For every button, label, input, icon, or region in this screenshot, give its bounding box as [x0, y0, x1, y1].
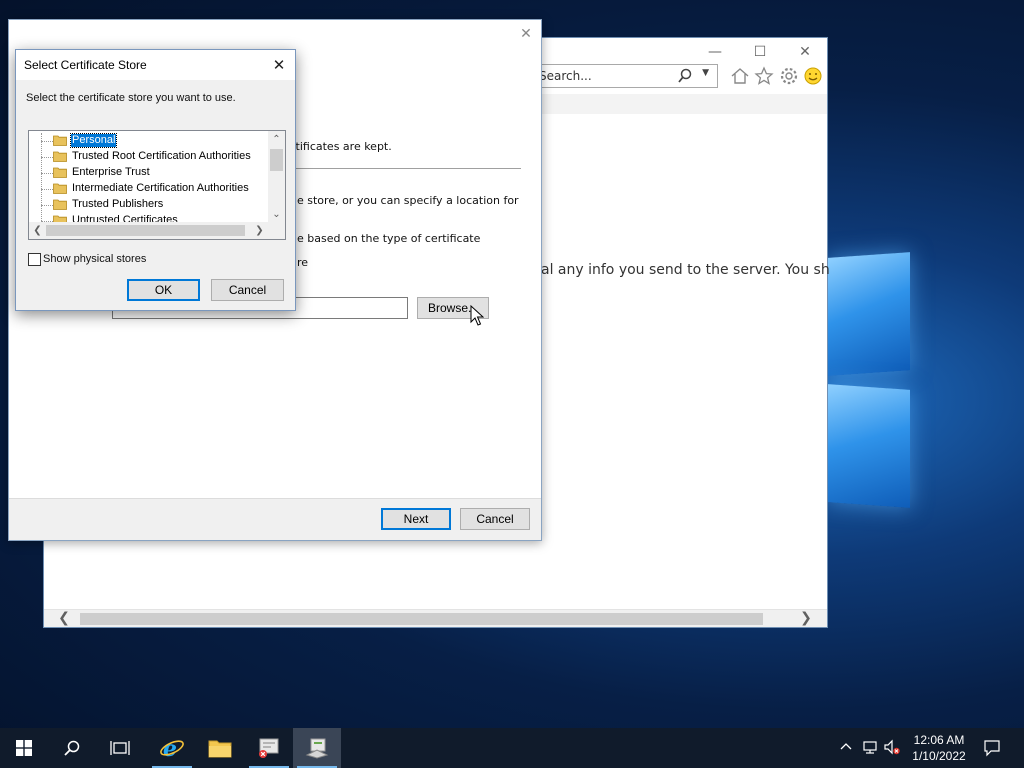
store-tree-item[interactable]: Trusted Root Certification Authorities	[29, 149, 269, 165]
store-tree-label: Trusted Root Certification Authorities	[72, 150, 251, 162]
tree-horizontal-thumb[interactable]	[46, 225, 245, 236]
store-tree-item[interactable]: Intermediate Certification Authorities	[29, 181, 269, 197]
action-center-icon[interactable]	[983, 739, 1001, 757]
dialog-prompt: Select the certificate store you want to…	[26, 92, 236, 104]
wizard-cancel-button[interactable]: Cancel	[460, 508, 530, 530]
smiley-feedback-icon[interactable]	[803, 66, 823, 86]
scroll-up-icon[interactable]: ⌃	[268, 131, 285, 148]
store-tree-label: Intermediate Certification Authorities	[72, 182, 249, 194]
volume-muted-icon[interactable]	[884, 739, 900, 755]
wizard-text-store-location: e store, or you can specify a location f…	[297, 194, 519, 207]
store-tree-list: Personal Trusted Root Certification Autho…	[29, 133, 269, 223]
show-physical-stores-checkbox[interactable]	[28, 253, 41, 266]
taskbar-search-icon	[64, 740, 80, 756]
taskbar-certificate-import-wizard[interactable]	[293, 728, 341, 768]
taskbar-clock[interactable]: 12:06 AM 1/10/2022	[906, 732, 972, 764]
folder-icon	[53, 167, 67, 178]
task-view-icon	[110, 741, 130, 755]
show-hidden-icons-chevron-icon[interactable]	[838, 739, 854, 755]
scroll-down-icon[interactable]: ⌄	[268, 206, 285, 223]
wizard-text-re: re	[297, 256, 309, 269]
ok-button[interactable]: OK	[127, 279, 200, 301]
search-taskbar-button[interactable]	[48, 728, 96, 768]
certificate-wizard-icon	[305, 738, 329, 759]
gear-icon[interactable]	[779, 66, 799, 86]
svg-text:e: e	[163, 736, 177, 760]
home-icon[interactable]	[730, 66, 750, 86]
favorites-star-icon[interactable]	[754, 66, 774, 86]
folder-icon	[53, 199, 67, 210]
mouse-cursor-icon	[470, 305, 484, 326]
folder-icon	[53, 183, 67, 194]
tree-branch-line	[41, 141, 53, 142]
dialog-title: Select Certificate Store	[24, 58, 147, 72]
tree-branch-line	[41, 189, 53, 190]
clock-time: 12:06 AM	[913, 733, 965, 747]
windows-start-icon	[16, 740, 32, 756]
minimize-icon[interactable]: —	[704, 42, 726, 62]
windows-logo-wallpaper	[820, 252, 920, 515]
tree-vertical-scrollbar[interactable]: ⌃ ⌄	[268, 131, 285, 223]
wizard-text-kept: rtificates are kept.	[291, 140, 392, 153]
tree-scroll-right-icon[interactable]: ❯	[251, 222, 268, 239]
scroll-right-icon[interactable]: ❯	[796, 610, 816, 628]
certificate-manager-icon	[259, 738, 279, 758]
select-certificate-store-dialog: Select Certificate Store ✕ Select the ce…	[15, 49, 296, 311]
ie-horizontal-scrollbar[interactable]: ❮ ❯	[44, 609, 827, 627]
store-tree-label: Personal	[69, 133, 118, 148]
tree-horizontal-scrollbar[interactable]: ❮ ❯	[29, 222, 285, 239]
dialog-cancel-button[interactable]: Cancel	[211, 279, 284, 301]
ie-scroll-thumb[interactable]	[80, 613, 763, 625]
tree-branch-line	[41, 205, 53, 206]
dialog-close-icon[interactable]: ✕	[269, 55, 289, 75]
certificate-store-tree[interactable]: Personal Trusted Root Certification Autho…	[28, 130, 286, 240]
ie-search-placeholder: Search...	[539, 69, 592, 83]
maximize-icon[interactable]: ☐	[749, 42, 771, 62]
store-tree-label: Enterprise Trust	[72, 166, 150, 178]
start-button[interactable]	[0, 728, 48, 768]
wizard-separator	[271, 168, 521, 169]
task-view-button[interactable]	[96, 728, 144, 768]
tree-branch-line	[41, 157, 53, 158]
close-icon[interactable]: ✕	[794, 42, 816, 62]
clock-date: 1/10/2022	[912, 749, 966, 763]
folder-icon	[53, 135, 67, 146]
store-tree-item[interactable]: Personal	[29, 133, 269, 149]
store-tree-label: Trusted Publishers	[72, 198, 164, 210]
show-physical-stores-label[interactable]: Show physical stores	[43, 253, 146, 265]
taskbar: e 12:06 AM 1/10/2022	[0, 728, 1024, 768]
search-dropdown-icon[interactable]: ▼	[702, 68, 709, 78]
ie-page-text: al any info you send to the server. You …	[541, 262, 829, 278]
ie-search-box[interactable]: Search... ▼	[534, 64, 718, 88]
next-button[interactable]: Next	[381, 508, 451, 530]
tree-branch-line	[41, 173, 53, 174]
wizard-text-based-on-type: e based on the type of certificate	[297, 232, 481, 245]
network-icon[interactable]	[862, 739, 878, 755]
store-tree-item[interactable]: Trusted Publishers	[29, 197, 269, 213]
wizard-close-icon[interactable]: ✕	[517, 25, 535, 43]
folder-icon	[208, 740, 232, 758]
internet-explorer-icon: e	[160, 736, 184, 760]
store-tree-item[interactable]: Enterprise Trust	[29, 165, 269, 181]
wizard-footer: Next Cancel	[9, 498, 541, 540]
taskbar-internet-explorer[interactable]: e	[148, 728, 196, 768]
search-icon[interactable]	[677, 68, 693, 84]
tree-scroll-left-icon[interactable]: ❮	[29, 222, 46, 239]
tree-vertical-thumb[interactable]	[270, 149, 283, 171]
dialog-titlebar: Select Certificate Store ✕	[16, 50, 295, 80]
folder-icon	[53, 151, 67, 162]
scroll-left-icon[interactable]: ❮	[54, 610, 74, 628]
taskbar-certificate-manager[interactable]	[245, 728, 293, 768]
taskbar-file-explorer[interactable]	[196, 728, 244, 768]
